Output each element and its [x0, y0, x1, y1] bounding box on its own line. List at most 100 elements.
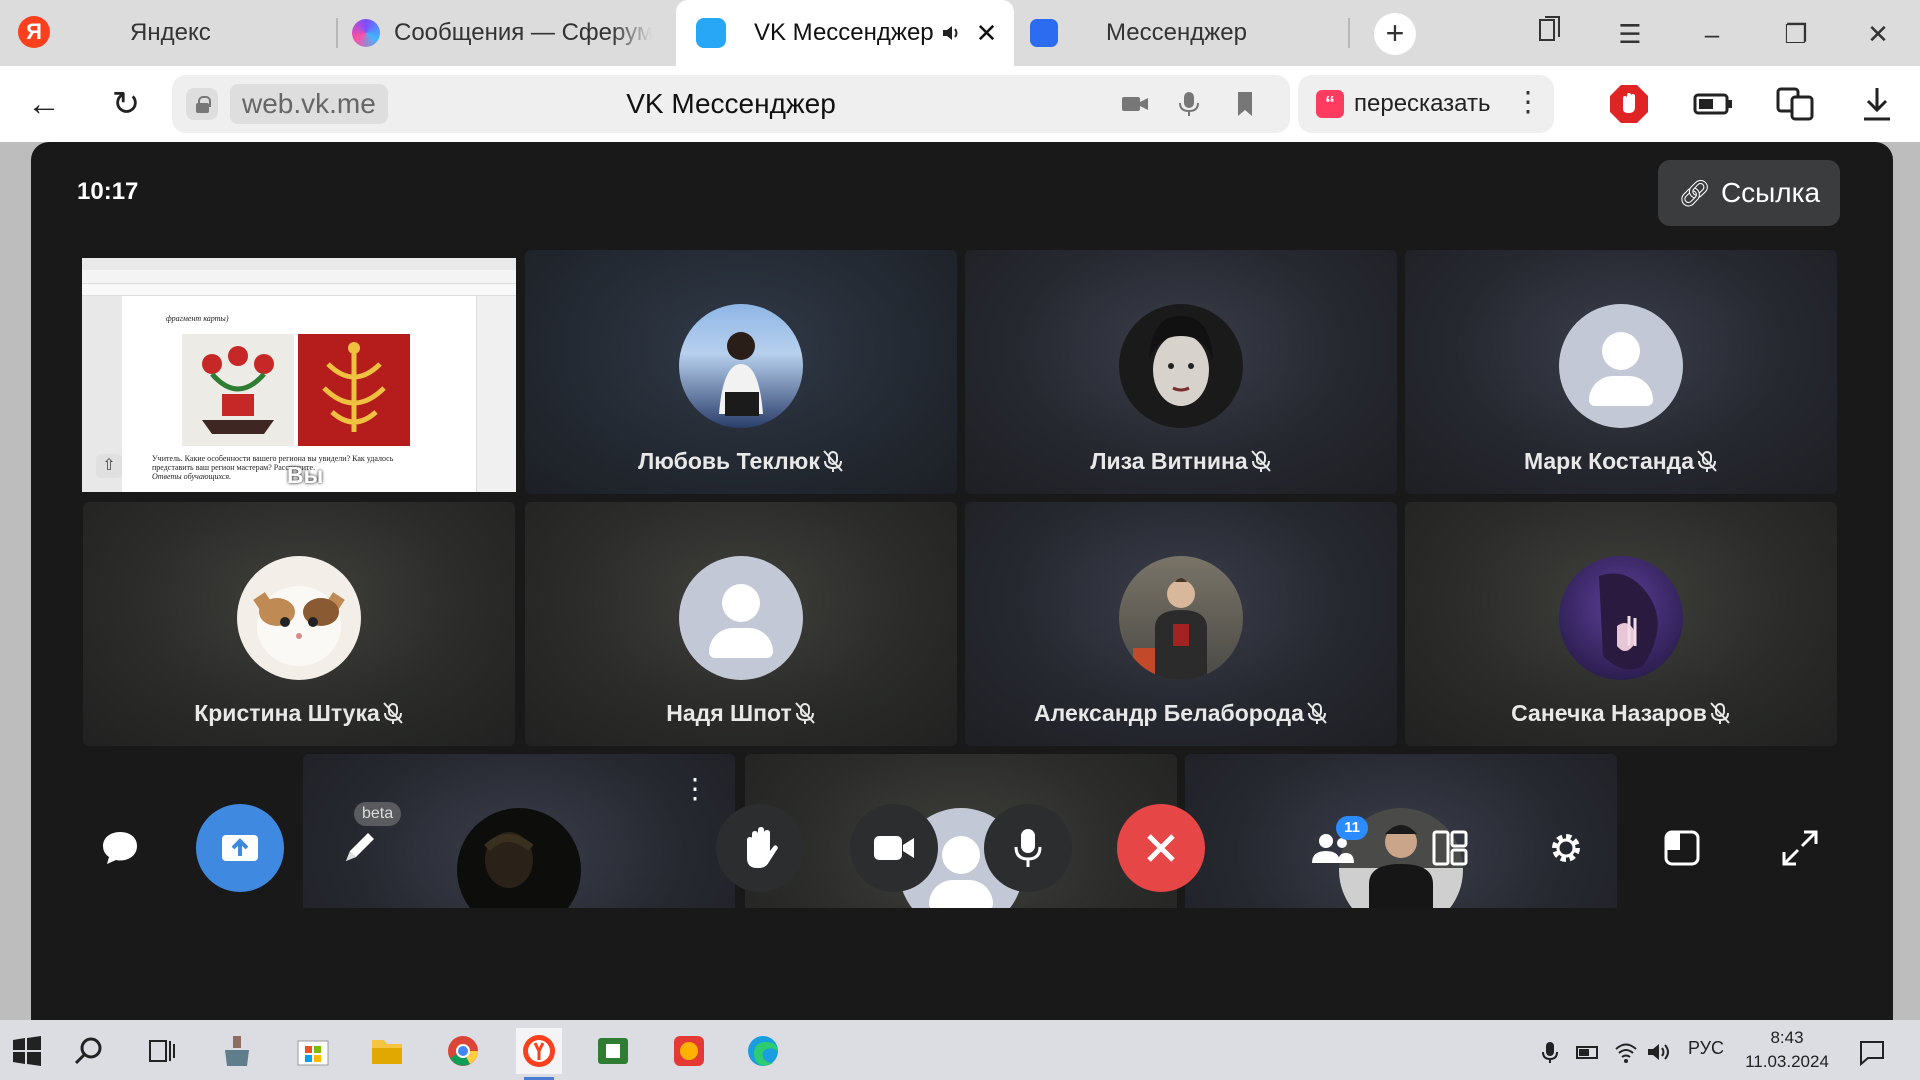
more-vertical-icon[interactable]: ⋮: [681, 775, 709, 803]
mic-off-icon: [1697, 450, 1717, 472]
participant-tile[interactable]: Санечка Назаров: [1405, 502, 1837, 746]
close-icon: [1147, 834, 1175, 862]
mic-off-icon: [383, 702, 403, 724]
avatar: [1119, 556, 1243, 680]
adblock-extension-icon[interactable]: [1608, 83, 1650, 125]
task-view-icon[interactable]: [138, 1028, 184, 1074]
participant-name: Лиза Витнина: [965, 448, 1397, 475]
bookmarks-icon[interactable]: [1530, 14, 1570, 54]
messenger-icon: [1030, 19, 1058, 47]
link-button-label: Ссылка: [1720, 177, 1821, 208]
cleanup-app-icon[interactable]: [214, 1028, 260, 1074]
camera-permission-icon[interactable]: [1120, 89, 1150, 119]
self-label: Вы: [287, 462, 324, 488]
menu-icon[interactable]: ☰: [1610, 14, 1650, 54]
system-time: 8:43: [1770, 1028, 1804, 1047]
camera-button[interactable]: [850, 804, 938, 892]
shared-window-titlebar: [82, 258, 516, 270]
microphone-permission-icon[interactable]: [1174, 89, 1204, 119]
copy-link-button[interactable]: 🔗︎ Ссылка: [1658, 160, 1840, 226]
download-icon[interactable]: [1856, 83, 1898, 125]
edge-icon[interactable]: [740, 1028, 786, 1074]
layout-grid-icon[interactable]: [1428, 826, 1472, 870]
participant-tile[interactable]: Марк Костанда: [1405, 250, 1837, 494]
chrome-icon[interactable]: [440, 1028, 486, 1074]
call-clock: 10:17: [77, 178, 139, 205]
mic-off-icon: [1307, 702, 1327, 724]
tab-yandex[interactable]: Яндекс: [70, 0, 336, 66]
tab-vk-messenger[interactable]: VK Мессенджер ✕: [676, 0, 1014, 66]
tab-sferum[interactable]: Сообщения — Сферум: [352, 0, 652, 66]
search-icon[interactable]: [66, 1028, 112, 1074]
participant-tile[interactable]: Надя Шпот: [525, 502, 957, 746]
default-avatar-icon: [679, 556, 803, 680]
yandex-browser-logo[interactable]: Я: [18, 16, 50, 48]
avatar: [679, 304, 803, 428]
yandex-browser-taskbar-icon[interactable]: [516, 1028, 562, 1080]
picture-in-picture-icon[interactable]: [1660, 826, 1704, 870]
shared-doc-sidebar: [476, 296, 516, 492]
embroidery-image-left: [182, 334, 294, 446]
notifications-icon[interactable]: [1858, 1038, 1886, 1066]
more-vertical-icon[interactable]: ⋮: [1514, 85, 1542, 118]
translate-extension-icon[interactable]: [1774, 83, 1816, 125]
mic-off-icon: [1710, 702, 1730, 724]
microphone-tray-icon[interactable]: [1538, 1040, 1562, 1064]
back-arrow-icon[interactable]: ←: [24, 84, 64, 124]
microphone-button[interactable]: [984, 804, 1072, 892]
screen-share-button[interactable]: [196, 804, 284, 892]
close-tab-icon[interactable]: ✕: [976, 18, 998, 49]
battery-saver-icon[interactable]: [1692, 83, 1734, 125]
screen-share-tile[interactable]: фрагмент карты) Учитель. Какие особеннос…: [82, 258, 516, 492]
avatar: [237, 556, 361, 680]
speaker-icon[interactable]: [942, 24, 962, 42]
participant-tile[interactable]: Александр Белаборода: [965, 502, 1397, 746]
minimize-icon[interactable]: –: [1692, 14, 1732, 54]
upload-icon[interactable]: ⇧: [96, 454, 122, 478]
close-window-icon[interactable]: ✕: [1858, 14, 1898, 54]
microphone-icon: [1014, 829, 1042, 867]
microsoft-store-icon[interactable]: [290, 1028, 336, 1074]
avatar: [1559, 556, 1683, 680]
participant-name: Санечка Назаров: [1405, 700, 1837, 727]
participant-tile[interactable]: Кристина Штука: [83, 502, 515, 746]
mic-off-icon: [1250, 450, 1271, 472]
participant-name: Александр Белаборода: [965, 700, 1397, 727]
solitaire-icon[interactable]: [590, 1028, 636, 1074]
default-avatar-icon: [1559, 304, 1683, 428]
gear-icon[interactable]: [1544, 826, 1588, 870]
participant-tile[interactable]: Лиза Витнина: [965, 250, 1397, 494]
restore-icon[interactable]: ❐: [1776, 14, 1816, 54]
tab-messenger[interactable]: Мессенджер: [1030, 0, 1350, 66]
tab-separator: [1348, 18, 1350, 48]
retell-icon: “: [1316, 90, 1344, 118]
retell-button[interactable]: “ пересказать ⋮: [1298, 75, 1554, 133]
input-language[interactable]: РУС: [1688, 1038, 1724, 1059]
pencil-icon[interactable]: [337, 826, 381, 870]
system-clock[interactable]: 8:43 11.03.2024: [1742, 1026, 1832, 1074]
reload-icon[interactable]: ↻: [106, 84, 146, 124]
omnibox[interactable]: web.vk.me VK Мессенджер: [172, 75, 1290, 133]
wifi-tray-icon[interactable]: [1614, 1040, 1638, 1064]
lock-icon[interactable]: [186, 88, 218, 120]
fullscreen-icon[interactable]: [1778, 826, 1822, 870]
participant-tile[interactable]: Любовь Теклюк: [525, 250, 957, 494]
url-domain[interactable]: web.vk.me: [230, 84, 388, 124]
video-call-window: 10:17 🔗︎ Ссылка фрагмент карты) Учитель.: [31, 142, 1893, 1020]
end-call-button[interactable]: [1117, 804, 1205, 892]
call-control-bar: [31, 908, 1893, 1020]
raise-hand-button[interactable]: [716, 804, 804, 892]
participant-name: Любовь Теклюк: [525, 448, 957, 475]
file-explorer-icon[interactable]: [364, 1028, 410, 1074]
system-date: 11.03.2024: [1745, 1052, 1829, 1071]
new-tab-button[interactable]: +: [1374, 13, 1416, 55]
vk-messenger-icon: [696, 18, 726, 48]
volume-tray-icon[interactable]: [1646, 1040, 1670, 1064]
windows-start-icon[interactable]: [4, 1028, 50, 1074]
candy-crush-icon[interactable]: [666, 1028, 712, 1074]
chat-icon[interactable]: [98, 826, 142, 870]
shared-window-addressbar: [82, 270, 516, 284]
bookmark-icon[interactable]: [1230, 89, 1260, 119]
battery-tray-icon[interactable]: [1576, 1040, 1600, 1064]
shared-window-toolbar: [82, 284, 516, 296]
